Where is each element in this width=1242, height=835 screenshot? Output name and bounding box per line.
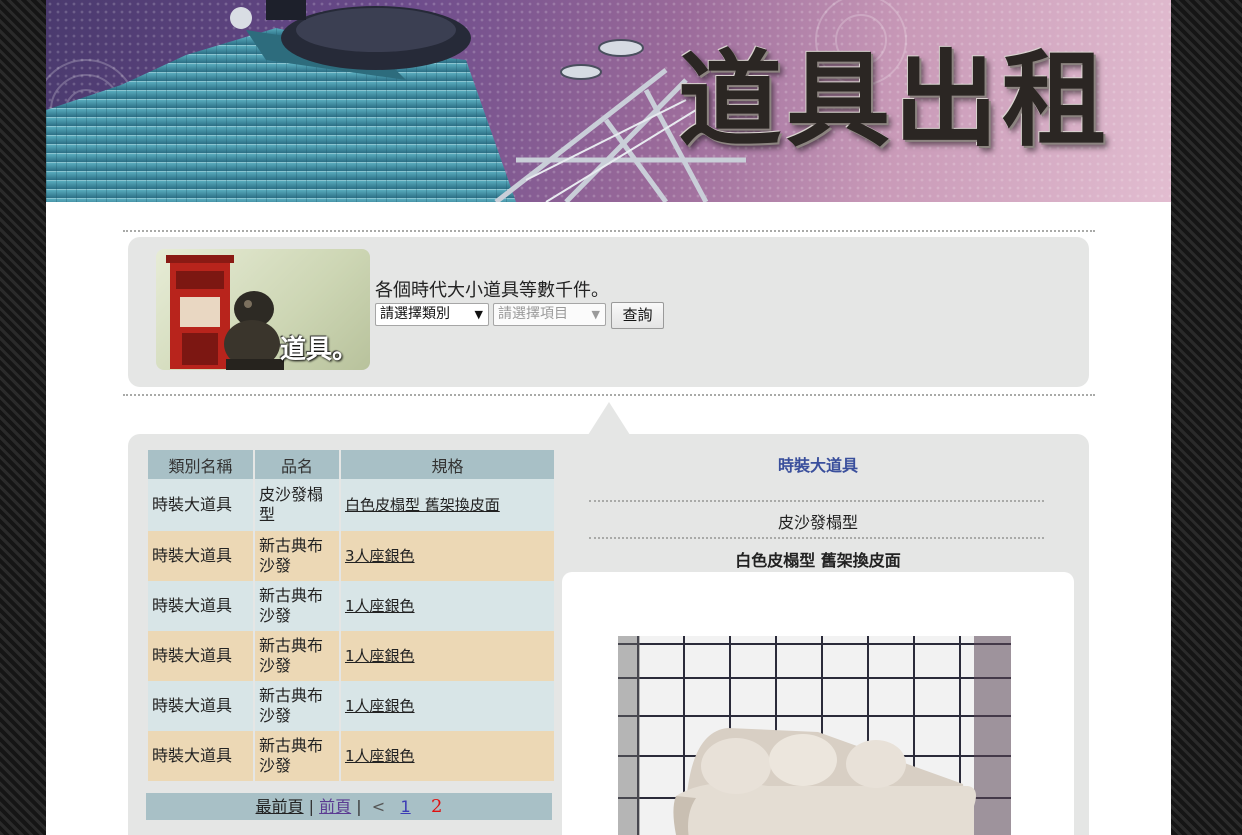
cell-name: 新古典布沙發 bbox=[255, 531, 339, 581]
product-photo bbox=[618, 636, 1011, 835]
spec-link[interactable]: 白色皮榻型 舊架換皮面 bbox=[345, 496, 500, 514]
first-page-link[interactable]: 最前頁 bbox=[256, 797, 304, 816]
pagination: 最前頁 | 前頁 | < 1 2 bbox=[146, 793, 552, 820]
table-row: 時裝大道具 新古典布沙發 1人座銀色 bbox=[148, 631, 554, 681]
spec-link[interactable]: 1人座銀色 bbox=[345, 647, 415, 665]
cell-name: 新古典布沙發 bbox=[255, 581, 339, 631]
chevron-down-icon: ▼ bbox=[474, 308, 483, 321]
promo-caption: 道具。 bbox=[280, 335, 359, 365]
page: 道具出租 道具。 各個時代大小道具等數千件。 請選擇類別 ▼ 請選擇項目 ▼ 查… bbox=[46, 0, 1171, 835]
pager-separator: | bbox=[308, 797, 315, 816]
detail-category: 時裝大道具 bbox=[777, 456, 858, 475]
cell-category: 時裝大道具 bbox=[148, 681, 253, 731]
spec-link[interactable]: 3人座銀色 bbox=[345, 547, 415, 565]
pager-separator: | bbox=[356, 797, 362, 816]
banner-title: 道具出租 bbox=[678, 38, 1111, 161]
table-row: 時裝大道具 皮沙發榻型 白色皮榻型 舊架換皮面 bbox=[148, 479, 554, 531]
cell-category: 時裝大道具 bbox=[148, 531, 253, 581]
promo-description: 各個時代大小道具等數千件。 bbox=[375, 280, 609, 301]
prev-arrow: < bbox=[371, 797, 386, 816]
spec-link[interactable]: 1人座銀色 bbox=[345, 597, 415, 615]
spec-link[interactable]: 1人座銀色 bbox=[345, 747, 415, 765]
panel-pointer bbox=[588, 402, 630, 435]
chevron-down-icon: ▼ bbox=[591, 308, 600, 321]
table-row: 時裝大道具 新古典布沙發 1人座銀色 bbox=[148, 581, 554, 631]
cell-category: 時裝大道具 bbox=[148, 631, 253, 681]
table-row: 時裝大道具 新古典布沙發 1人座銀色 bbox=[148, 731, 554, 781]
table-header-row: 類別名稱 品名 規格 bbox=[148, 450, 554, 479]
sofa-image bbox=[618, 636, 1011, 835]
category-select[interactable]: 請選擇類別 ▼ bbox=[375, 303, 489, 326]
cell-name: 新古典布沙發 bbox=[255, 681, 339, 731]
cell-name: 皮沙發榻型 bbox=[255, 479, 339, 531]
search-panel: 道具。 各個時代大小道具等數千件。 請選擇類別 ▼ 請選擇項目 ▼ 查詢 bbox=[128, 237, 1089, 387]
promo-thumbnail: 道具。 bbox=[156, 249, 370, 370]
query-button[interactable]: 查詢 bbox=[611, 302, 664, 329]
cell-category: 時裝大道具 bbox=[148, 581, 253, 631]
page-1-link[interactable]: 1 bbox=[400, 797, 410, 816]
prev-page-link[interactable]: 前頁 bbox=[319, 797, 351, 816]
cell-name: 新古典布沙發 bbox=[255, 731, 339, 781]
cell-category: 時裝大道具 bbox=[148, 731, 253, 781]
header-banner: 道具出租 bbox=[46, 0, 1171, 202]
item-select-value: 請選擇項目 bbox=[498, 306, 568, 322]
current-page: 2 bbox=[431, 796, 443, 817]
item-select[interactable]: 請選擇項目 ▼ bbox=[493, 303, 606, 326]
header-name: 品名 bbox=[255, 450, 339, 479]
props-table: 類別名稱 品名 規格 時裝大道具 皮沙發榻型 白色皮榻型 舊架換皮面 時裝大道具… bbox=[146, 450, 556, 781]
category-select-value: 請選擇類別 bbox=[380, 306, 450, 322]
header-spec: 規格 bbox=[341, 450, 554, 479]
detail-name: 皮沙發榻型 bbox=[777, 513, 858, 532]
detail-divider bbox=[589, 537, 1044, 539]
cell-category: 時裝大道具 bbox=[148, 479, 253, 531]
table-row: 時裝大道具 新古典布沙發 1人座銀色 bbox=[148, 681, 554, 731]
detail-divider bbox=[589, 500, 1044, 502]
divider-top bbox=[123, 230, 1095, 232]
cell-name: 新古典布沙發 bbox=[255, 631, 339, 681]
detail-spec: 白色皮榻型 舊架換皮面 bbox=[735, 551, 901, 570]
table-row: 時裝大道具 新古典布沙發 3人座銀色 bbox=[148, 531, 554, 581]
divider-bottom bbox=[123, 394, 1095, 396]
header-category: 類別名稱 bbox=[148, 450, 253, 479]
spec-link[interactable]: 1人座銀色 bbox=[345, 697, 415, 715]
